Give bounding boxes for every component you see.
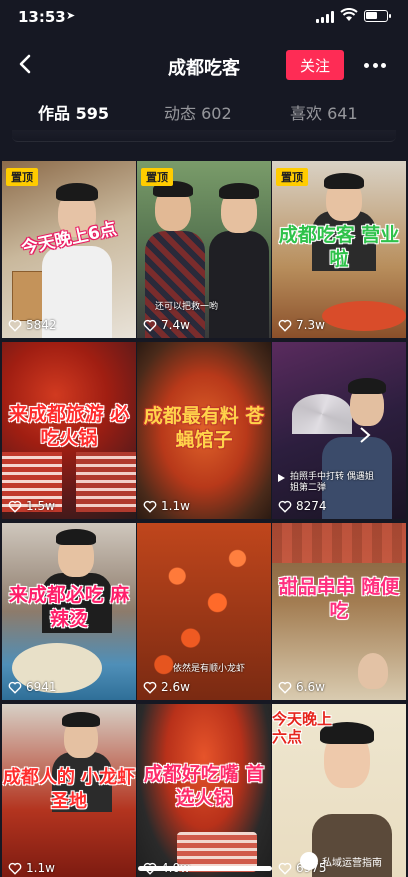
more-options-icon[interactable] — [364, 54, 386, 76]
video-tile[interactable]: 置顶 今天晚上6点 5842 — [2, 161, 136, 338]
pinned-badge: 置顶 — [141, 168, 173, 186]
heart-icon — [143, 500, 157, 513]
video-caption: 成都吃客 营业啦 — [278, 224, 400, 270]
follow-button[interactable]: 关注 — [286, 50, 344, 80]
video-tile[interactable]: 成都人的 小龙虾圣地 1.1w — [2, 704, 136, 877]
video-subtitle: 拍照手中打转 偶遇姐姐第二弹 — [290, 472, 374, 493]
like-count: 1.5w — [8, 499, 55, 513]
video-tile[interactable]: 置顶 成都吃客 营业啦 7.3w — [272, 161, 406, 338]
chevron-right-icon — [360, 427, 371, 443]
like-count: 6941 — [8, 680, 57, 694]
video-tile[interactable]: 依然是有顺小龙虾 2.6w — [137, 523, 271, 700]
person-hair — [219, 183, 259, 199]
like-count: 8274 — [278, 499, 327, 513]
like-count: 6.6w — [278, 680, 325, 694]
video-tile[interactable]: 成都最有料 苍蝇馆子 1.1w — [137, 342, 271, 519]
pinned-badge: 置顶 — [6, 168, 38, 186]
heart-icon — [278, 319, 292, 332]
status-time: 13:53 — [18, 8, 66, 26]
wifi-icon — [340, 8, 358, 21]
video-tile[interactable]: 甜品串串 随便吃 6.6w — [272, 523, 406, 700]
pinned-badge: 置顶 — [276, 168, 308, 186]
battery-icon — [364, 10, 391, 22]
video-caption: 成都最有料 苍蝇馆子 — [143, 405, 265, 451]
heart-icon — [8, 319, 22, 332]
video-caption: 来成都必吃 麻辣烫 — [8, 584, 130, 630]
tab-works[interactable]: 作品 595 — [38, 100, 109, 124]
video-tile[interactable]: 来成都必吃 麻辣烫 6941 — [2, 523, 136, 700]
person-hair — [348, 378, 386, 394]
tab-divider — [12, 130, 396, 142]
tab-likes[interactable]: 喜欢 641 — [290, 100, 358, 124]
video-caption: 来成都旅游 必吃火锅 — [8, 403, 130, 449]
like-count: 2.6w — [143, 680, 190, 694]
hand-fan — [292, 394, 352, 434]
cellular-signal-icon — [316, 11, 334, 23]
wechat-icon — [300, 852, 318, 870]
profile-header: 成都吃客 关注 — [0, 40, 408, 90]
meat-plate — [76, 452, 136, 512]
video-caption: 今天晚上六点 — [272, 710, 333, 746]
heart-icon — [143, 319, 157, 332]
person-hair — [62, 712, 100, 727]
heart-icon — [278, 681, 292, 694]
account-watermark: 私域运营指南 — [300, 852, 382, 870]
video-subtitle: 还可以把救一哟 — [155, 302, 219, 312]
video-tile[interactable]: 成都好吃嘴 首选火锅 4.0w — [137, 704, 271, 877]
video-tile[interactable]: 来成都旅游 必吃火锅 1.5w — [2, 342, 136, 519]
like-count: 1.1w — [143, 499, 190, 513]
video-caption: 成都好吃嘴 首选火锅 — [143, 763, 265, 809]
video-caption: 成都人的 小龙虾圣地 — [2, 767, 136, 812]
person-hair — [56, 183, 98, 201]
heart-icon — [8, 500, 22, 513]
like-count: 7.3w — [278, 318, 325, 332]
person-hair — [324, 173, 364, 189]
lanterns — [272, 523, 406, 563]
tab-activity[interactable]: 动态 602 — [164, 100, 232, 124]
video-tile[interactable]: 拍照手中打转 偶遇姐姐第二弹 8274 — [272, 342, 406, 519]
food-dish — [322, 301, 406, 331]
video-subtitle: 依然是有顺小龙虾 — [173, 664, 246, 674]
heart-icon — [8, 681, 22, 694]
location-arrow-icon: ➤ — [66, 9, 76, 22]
video-caption: 甜品串串 随便吃 — [278, 576, 400, 622]
video-tile[interactable]: 置顶 还可以把救一哟 7.4w — [137, 161, 271, 338]
heart-icon — [143, 681, 157, 694]
person-hair — [56, 529, 96, 545]
heart-icon — [8, 862, 22, 875]
home-indicator[interactable] — [138, 866, 272, 871]
like-count: 1.1w — [8, 861, 55, 875]
status-bar: 13:53 ➤ — [0, 0, 408, 36]
heart-icon — [278, 862, 292, 875]
person-shirt — [209, 231, 269, 338]
like-count: 5842 — [8, 318, 57, 332]
like-count: 7.4w — [143, 318, 190, 332]
person-face — [358, 653, 388, 689]
page-title: 成都吃客 — [168, 58, 240, 79]
heart-icon — [278, 500, 292, 513]
play-icon — [278, 474, 285, 482]
